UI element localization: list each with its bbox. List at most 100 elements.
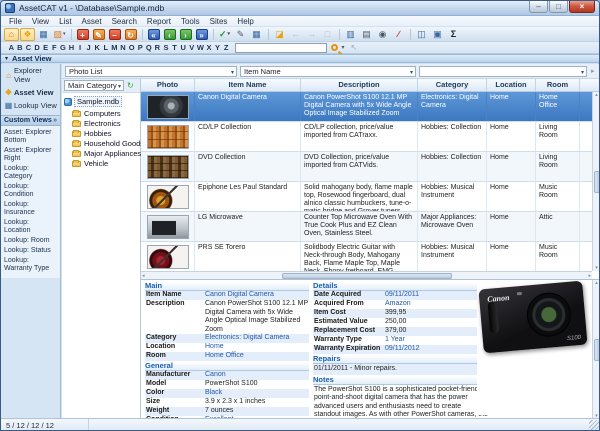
column-header[interactable]: Item Name [195,79,301,91]
letter-button[interactable]: L [102,43,111,52]
letter-button[interactable]: D [33,43,42,52]
refresh-tree-icon[interactable]: ↻ [127,81,134,90]
image-icon[interactable]: ▣ ▾ [430,28,445,41]
field-value[interactable]: Home Office [205,352,309,361]
letter-button[interactable]: V [187,43,196,52]
tree-node[interactable]: Vehicle [62,158,140,168]
tree-root[interactable]: Sample.mdb [64,96,139,107]
field-value[interactable]: PowerShot S100 [205,380,309,389]
column-header[interactable]: Photo [141,79,195,91]
resize-grip[interactable] [589,420,599,430]
copy-icon[interactable]: □ ▾ [320,28,335,41]
custom-view-item[interactable]: Lookup: Condition [1,182,60,200]
layout-icon[interactable]: ▸ [591,67,595,75]
first-record-icon[interactable]: « ▾ [146,28,161,41]
letter-button[interactable]: Q [145,43,154,52]
column-header[interactable]: Room [536,79,580,91]
menu-item[interactable]: Report [142,17,176,26]
collapse-icon[interactable]: ▾ [5,55,8,62]
last-record-icon[interactable]: » ▾ [194,28,209,41]
letter-button[interactable]: A [7,43,16,52]
field-value[interactable]: 379,00 [385,327,489,336]
table-horizontal-scrollbar[interactable]: ◂▸ [141,271,592,279]
field-value[interactable]: Canon PowerShot S100 12.1 MP Digital Cam… [205,300,309,334]
letter-button[interactable]: T [170,43,179,52]
print-preview-icon[interactable]: ◉ ▾ [375,28,390,41]
field-value[interactable]: 09/11/2011 [385,291,489,300]
letter-button[interactable]: E [41,43,50,52]
custom-view-item[interactable]: Lookup: Insurance [1,200,60,218]
custom-view-item[interactable]: Lookup: Location [1,218,60,236]
field-value[interactable]: 7 ounces [205,407,309,416]
letter-button[interactable]: F [50,43,59,52]
grid-view-icon[interactable]: ▦ ▾ [249,28,264,41]
letter-button[interactable]: O [127,43,136,52]
pin-icon[interactable]: » [53,117,57,124]
next-record-icon[interactable]: › ▾ [178,28,193,41]
camera-photo[interactable]: Canon S100 [478,281,587,354]
menu-item[interactable]: Tools [176,17,205,26]
tree-node[interactable]: Hobbies [62,128,140,138]
field-value[interactable]: Electronics: Digital Camera [205,334,309,343]
field-value[interactable]: 09/11/2012 [385,345,489,354]
letter-button[interactable]: U [179,43,188,52]
menu-item[interactable]: Sites [205,17,233,26]
letter-button[interactable]: R [153,43,162,52]
sort-field-select[interactable]: Item Name [240,66,416,77]
field-value[interactable]: Home [205,343,309,352]
letter-button[interactable]: Y [213,43,222,52]
field-value[interactable]: 399,95 [385,309,489,318]
custom-view-item[interactable]: Lookup: Room [1,236,60,246]
table-row[interactable]: LG Microwave Counter Top Microwave Oven … [141,212,600,242]
view-style-select[interactable]: Photo List [65,66,237,77]
letter-button[interactable]: J [84,43,93,52]
menu-item[interactable]: File [4,17,27,26]
panels-icon[interactable]: ◫ ▾ [414,28,429,41]
sidebar-view-button[interactable]: Lookup View [1,99,60,112]
field-value[interactable]: Black [205,389,309,398]
letter-button[interactable]: M [110,43,119,52]
sidebar-view-button[interactable]: Asset View [1,86,60,99]
asset-view-icon[interactable]: ❖ ▾ [20,28,35,41]
tree-grouping-select[interactable]: Main Category [64,80,124,91]
details-vertical-scrollbar[interactable]: ▴▾ [592,280,600,418]
field-value[interactable]: Canon Digital Camera [205,291,309,300]
letter-button[interactable]: Z [222,43,231,52]
letter-button[interactable]: C [24,43,33,52]
custom-view-item[interactable]: Lookup: Status [1,246,60,256]
custom-view-item[interactable]: Lookup: Category [1,164,60,182]
add-record-icon[interactable]: + ▾ [75,28,90,41]
table-row[interactable]: CD/LP Collection CD/LP collection, price… [141,122,600,152]
letter-button[interactable]: P [136,43,145,52]
edit-form-icon[interactable]: ✎ ▾ [233,28,248,41]
print-icon[interactable]: ▤ ▾ [359,28,374,41]
letter-button[interactable]: X [205,43,214,52]
letter-button[interactable]: H [67,43,76,52]
search-icon[interactable] [331,44,338,51]
letter-button[interactable]: G [59,43,68,52]
letter-button[interactable]: N [119,43,128,52]
restore-button[interactable]: □ [549,1,568,13]
table-vertical-scrollbar[interactable]: ▴▾ [592,92,600,271]
table-row[interactable]: PRS SE Torero Solidbody Electric Guitar … [141,242,600,271]
tag-icon[interactable]: ◪ ▾ [272,28,287,41]
menu-item[interactable]: Search [107,17,142,26]
field-value[interactable]: 1 Year [385,336,489,345]
tree-node[interactable]: Electronics [62,118,140,128]
menu-item[interactable]: Asset [77,17,107,26]
menu-item[interactable]: View [27,17,54,26]
field-value[interactable]: Canon [205,371,309,380]
lookup-view-icon[interactable]: ▦ ▾ [36,28,51,41]
sum-icon[interactable]: Σ ▾ [446,28,461,41]
search-input[interactable] [235,43,327,53]
field-value[interactable]: Amazon [385,300,489,309]
field-tools-icon[interactable]: ∕ ▾ [391,28,406,41]
custom-view-item[interactable]: Asset: Explorer Right [1,146,60,164]
field-value[interactable]: 3.9 x 2.3 x 1 inches [205,398,309,407]
tree-node[interactable]: Computers [62,108,140,118]
previous-record-icon[interactable]: ‹ ▾ [162,28,177,41]
edit-record-icon[interactable]: ✎ ▾ [91,28,106,41]
letter-button[interactable]: K [93,43,102,52]
filter-select[interactable] [419,66,587,77]
custom-view-item[interactable]: Asset: Explorer Bottom [1,128,60,146]
